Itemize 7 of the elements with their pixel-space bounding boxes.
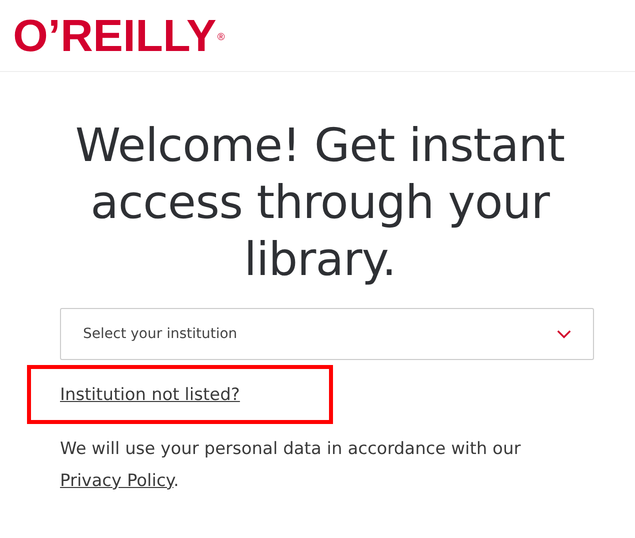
privacy-notice: We will use your personal data in accordance with our Privacy Policy.	[60, 438, 522, 493]
institution-link[interactable]: Institution not listed?	[60, 385, 240, 405]
institution-select[interactable]: Select your institution	[60, 308, 594, 360]
privacy-policy-link[interactable]: Privacy Policy	[60, 471, 174, 491]
chevron-down-icon	[557, 330, 571, 338]
logo[interactable]: O’REILLY$^{®}$	[13, 13, 225, 58]
page-heading: Welcome! Get instant access through your library.	[74, 117, 566, 288]
